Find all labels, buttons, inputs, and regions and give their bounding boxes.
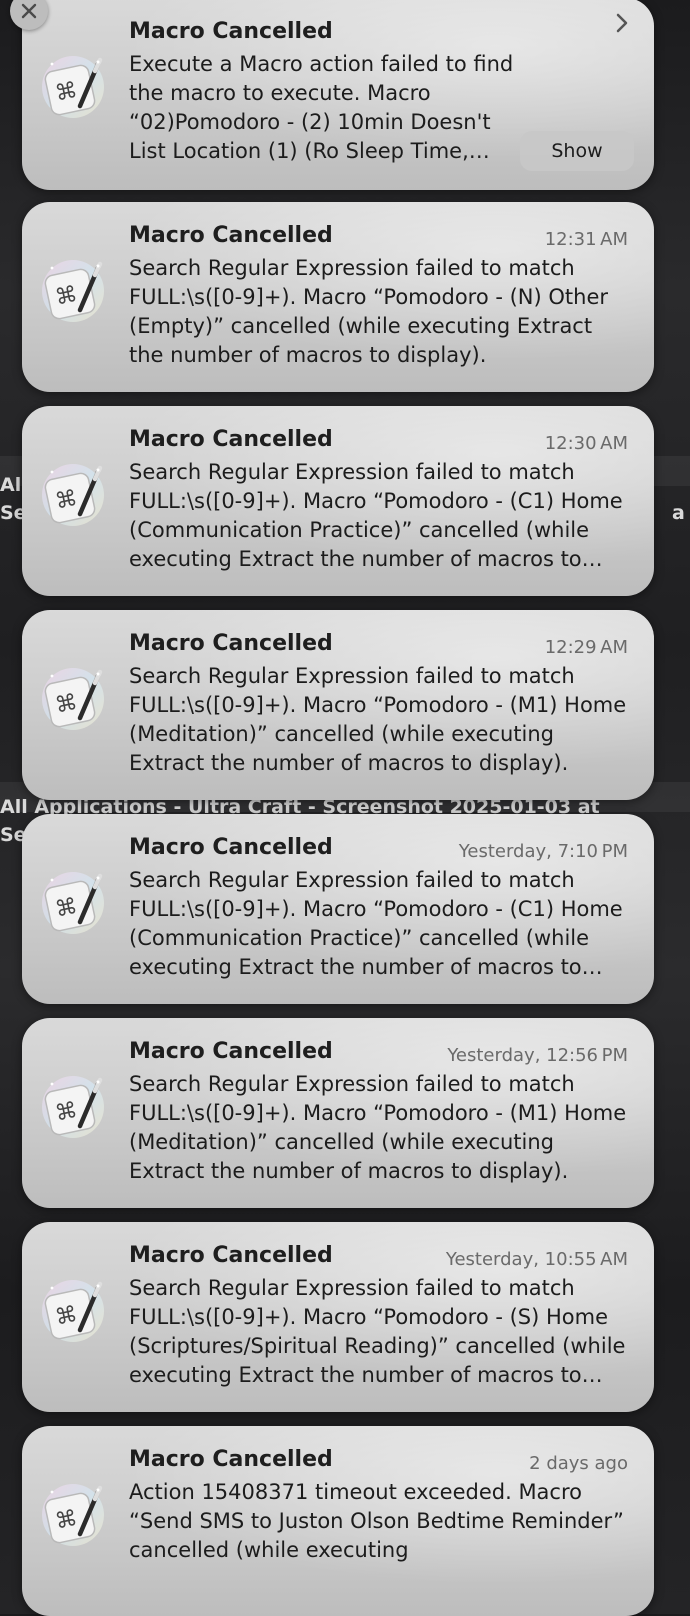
- keyboard-maestro-icon: ⌘: [42, 872, 104, 934]
- notification-card[interactable]: ⌘ Macro Cancelled Execute a Macro action…: [22, 0, 654, 190]
- keyboard-maestro-icon: ⌘: [42, 464, 104, 526]
- notification-card[interactable]: ⌘ Macro Cancelled 12:29 AM Search Regula…: [22, 610, 654, 800]
- chevron-right-icon[interactable]: [612, 10, 632, 36]
- notification-title: Macro Cancelled: [129, 1039, 333, 1064]
- notification-title: Macro Cancelled: [129, 223, 333, 248]
- notification-title: Macro Cancelled: [129, 19, 333, 44]
- notification-body: Execute a Macro action failed to find th…: [129, 52, 514, 163]
- notification-timestamp: 12:31 AM: [544, 229, 628, 250]
- notification-body: Search Regular Expression failed to matc…: [129, 664, 627, 775]
- background-window-text-line: a: [672, 502, 685, 524]
- notification-card[interactable]: ⌘ Macro Cancelled Yesterday, 7:10 PM Sea…: [22, 814, 654, 1004]
- notification-title: Macro Cancelled: [129, 631, 333, 656]
- notification-timestamp: 12:30 AM: [544, 433, 628, 454]
- notification-card[interactable]: ⌘ Macro Cancelled 12:30 AM Search Regula…: [22, 406, 654, 596]
- notification-card[interactable]: ⌘ Macro Cancelled Yesterday, 10:55 AM Se…: [22, 1222, 654, 1412]
- notification-body: Search Regular Expression failed to matc…: [129, 1072, 627, 1183]
- keyboard-maestro-icon: ⌘: [42, 1484, 104, 1546]
- notification-body: Search Regular Expression failed to matc…: [129, 868, 623, 979]
- notification-timestamp: Yesterday, 7:10 PM: [458, 841, 628, 862]
- show-button[interactable]: Show: [520, 131, 634, 171]
- keyboard-maestro-icon: ⌘: [42, 668, 104, 730]
- notification-timestamp: Yesterday, 12:56 PM: [447, 1045, 628, 1066]
- notification-timestamp: Yesterday, 10:55 AM: [445, 1249, 628, 1270]
- keyboard-maestro-icon: ⌘: [42, 56, 104, 118]
- notification-card[interactable]: ⌘ Macro Cancelled 12:31 AM Search Regula…: [22, 202, 654, 392]
- notification-title: Macro Cancelled: [129, 835, 333, 860]
- notification-body: Search Regular Expression failed to matc…: [129, 256, 609, 367]
- notification-card[interactable]: ⌘ Macro Cancelled Yesterday, 12:56 PM Se…: [22, 1018, 654, 1208]
- notification-title: Macro Cancelled: [129, 1243, 333, 1268]
- keyboard-maestro-icon: ⌘: [42, 1076, 104, 1138]
- notification-body: Action 15408371 timeout exceeded. Macro …: [129, 1480, 624, 1562]
- notification-timestamp: 12:29 AM: [544, 637, 628, 658]
- notification-body: Search Regular Expression failed to matc…: [129, 460, 623, 571]
- notification-card[interactable]: ⌘ Macro Cancelled 2 days ago Action 1540…: [22, 1426, 654, 1616]
- notification-title: Macro Cancelled: [129, 1447, 333, 1472]
- notification-body: Search Regular Expression failed to matc…: [129, 1276, 626, 1387]
- keyboard-maestro-icon: ⌘: [42, 1280, 104, 1342]
- notification-timestamp: 2 days ago: [529, 1453, 628, 1474]
- close-icon: [21, 3, 37, 19]
- notification-title: Macro Cancelled: [129, 427, 333, 452]
- keyboard-maestro-icon: ⌘: [42, 260, 104, 322]
